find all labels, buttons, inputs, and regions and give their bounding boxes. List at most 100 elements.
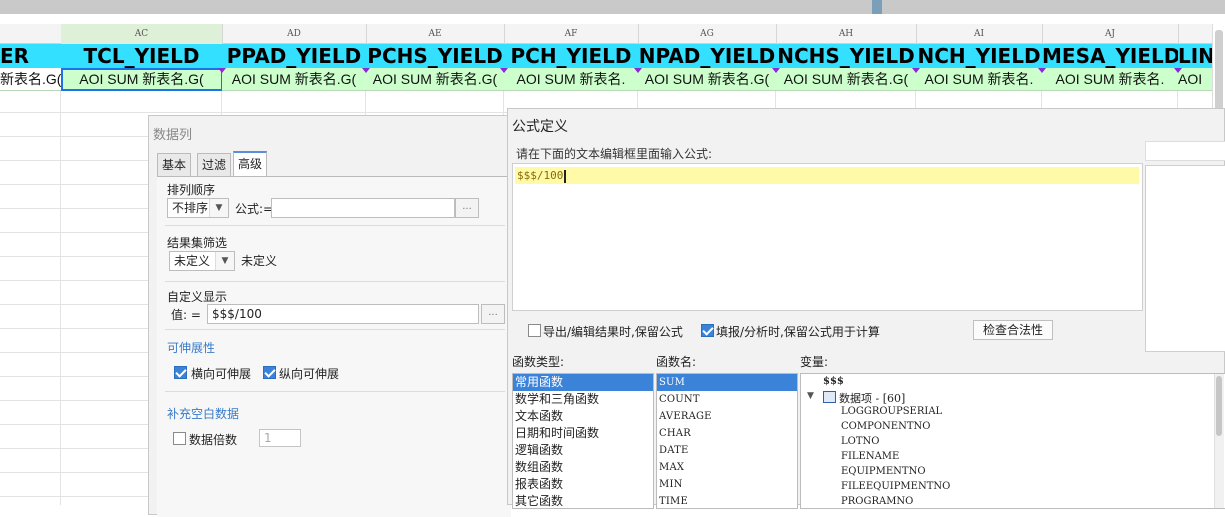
- formula-marker-icon: [362, 68, 370, 73]
- list-item[interactable]: 日期和时间函数: [513, 425, 653, 442]
- tree-item[interactable]: LOTNO: [841, 436, 879, 447]
- header-cell-mesa-yield[interactable]: MESA_YIELD: [1042, 44, 1179, 69]
- list-item[interactable]: DATE: [657, 442, 797, 459]
- horizontal-stretch-checkbox[interactable]: [174, 366, 187, 379]
- header-cell-tcl-yield[interactable]: TCL_YIELD: [61, 44, 223, 69]
- section-divider: [165, 281, 505, 282]
- list-item[interactable]: AVERAGE: [657, 408, 797, 425]
- data-cell[interactable]: 新表名.G(: [0, 68, 66, 91]
- dialog-title: 公式定义: [512, 119, 568, 135]
- sort-order-select[interactable]: 不排序 ▼: [167, 198, 229, 218]
- formula-editor[interactable]: $$$/100: [512, 163, 1143, 311]
- keep-formula-export-checkbox[interactable]: [528, 324, 541, 337]
- filter-section-label: 结果集筛选: [167, 236, 228, 250]
- custom-display-dots-button[interactable]: ...: [481, 304, 505, 324]
- list-item[interactable]: 逻辑函数: [513, 442, 653, 459]
- data-multiple-checkbox[interactable]: [173, 432, 186, 445]
- tree-item[interactable]: COMPONENTNO: [841, 421, 930, 432]
- column-letter-ah[interactable]: AH: [776, 24, 917, 44]
- formula-marker-icon: [634, 68, 642, 73]
- column-letter-ac[interactable]: AC: [61, 24, 223, 44]
- tab-basic[interactable]: 基本: [157, 153, 192, 177]
- column-letter-af[interactable]: AF: [504, 24, 639, 44]
- chevron-down-icon: ▼: [215, 252, 234, 270]
- custom-display-value-input[interactable]: $$$/100: [207, 304, 479, 324]
- data-cell-nchs-yield[interactable]: AOI SUM 新表名.G(: [776, 68, 917, 91]
- variable-tree: $$$ ▼ 数据项 - [60] LOGGROUPSERIAL COMPONEN…: [800, 373, 1225, 509]
- tab-advanced[interactable]: 高级: [233, 151, 268, 179]
- filter-select[interactable]: 未定义 ▼: [169, 251, 235, 271]
- current-line-highlight: [515, 167, 1139, 184]
- tree-item[interactable]: LOGGROUPSERIAL: [841, 406, 942, 417]
- data-cell[interactable]: AOI: [1178, 68, 1213, 91]
- formula-marker-icon: [1174, 68, 1182, 73]
- data-cell-nch-yield[interactable]: AOI SUM 新表名.: [916, 68, 1043, 91]
- data-cell-tcl-yield[interactable]: AOI SUM 新表名.G(: [61, 68, 223, 91]
- list-item[interactable]: 数组函数: [513, 459, 653, 476]
- side-input[interactable]: [1145, 141, 1225, 161]
- list-item[interactable]: TIME: [657, 493, 797, 508]
- list-item[interactable]: COUNT: [657, 391, 797, 408]
- tree-group[interactable]: 数据项 - [60]: [839, 390, 905, 406]
- window-top-strip: [0, 0, 1225, 14]
- header-cell-pchs-yield[interactable]: PCHS_YIELD: [366, 44, 505, 69]
- data-column-dialog: 数据列 基本 过滤 高级 排列顺序 不排序 ▼ 公式:= ... 结果集筛选 未…: [148, 115, 511, 517]
- list-item[interactable]: 报表函数: [513, 476, 653, 493]
- tree-item[interactable]: FILENAME: [841, 451, 899, 462]
- stretch-section-label: 可伸展性: [167, 341, 216, 355]
- header-cell-ppad-yield[interactable]: PPAD_YIELD: [222, 44, 367, 69]
- data-multiple-stepper[interactable]: 1: [259, 429, 301, 447]
- header-cell-pch-yield[interactable]: PCH_YIELD: [504, 44, 639, 69]
- data-cell-ppad-yield[interactable]: AOI SUM 新表名.G(: [222, 68, 367, 91]
- formula-label: 公式:=: [235, 202, 274, 216]
- column-letter[interactable]: [0, 24, 62, 44]
- header-cell-nch-yield[interactable]: NCH_YIELD: [916, 44, 1043, 69]
- side-panel: [1145, 165, 1225, 352]
- column-letter-ae[interactable]: AE: [366, 24, 505, 44]
- column-letter-ai[interactable]: AI: [916, 24, 1043, 44]
- data-cell-mesa-yield[interactable]: AOI SUM 新表名.: [1042, 68, 1179, 91]
- list-item[interactable]: MIN: [657, 476, 797, 493]
- header-cell[interactable]: ER: [0, 44, 62, 69]
- sort-section-label: 排列顺序: [167, 183, 216, 197]
- advanced-panel: 排列顺序 不排序 ▼ 公式:= ... 结果集筛选 未定义 ▼ 未定义 自定义显…: [157, 176, 511, 517]
- keep-formula-export-label: 导出/编辑结果时,保留公式: [543, 325, 683, 339]
- tree-item[interactable]: FILEEQUIPMENTNO: [841, 481, 950, 492]
- vertical-stretch-label: 纵向可伸展: [279, 367, 340, 381]
- list-item[interactable]: CHAR: [657, 425, 797, 442]
- list-item[interactable]: 文本函数: [513, 408, 653, 425]
- check-validity-button[interactable]: 检查合法性: [973, 320, 1053, 340]
- column-letter-ag[interactable]: AG: [638, 24, 777, 44]
- data-cell-pchs-yield[interactable]: AOI SUM 新表名.G(: [366, 68, 505, 91]
- tree-item[interactable]: PROGRAMNO: [841, 496, 913, 507]
- tab-filter[interactable]: 过滤: [197, 153, 232, 177]
- list-item[interactable]: SUM: [657, 374, 797, 391]
- dialog-title: 数据列: [153, 128, 193, 143]
- column-letter-aj[interactable]: AJ: [1042, 24, 1179, 44]
- variable-tree-scrollbar[interactable]: [1214, 374, 1224, 508]
- keep-formula-fill-checkbox[interactable]: [701, 324, 714, 337]
- vertical-stretch-checkbox[interactable]: [263, 366, 276, 379]
- formula-hint: 请在下面的文本编辑框里面输入公式:: [516, 147, 713, 161]
- tree-root[interactable]: $$$: [823, 376, 844, 387]
- formula-definition-dialog: 公式定义 请在下面的文本编辑框里面输入公式: $$$/100 导出/编辑结果时,…: [507, 108, 1225, 509]
- column-letter-header: AC AD AE AF AG AH AI AJ: [0, 24, 1213, 44]
- sort-formula-input[interactable]: [271, 198, 455, 218]
- list-item[interactable]: 常用函数: [513, 374, 653, 391]
- header-cell-npad-yield[interactable]: NPAD_YIELD: [638, 44, 777, 69]
- column-letter[interactable]: [1178, 24, 1213, 44]
- header-cell[interactable]: LIN: [1178, 44, 1213, 69]
- list-item[interactable]: 其它函数: [513, 493, 653, 508]
- list-item[interactable]: MAX: [657, 459, 797, 476]
- data-cell-npad-yield[interactable]: AOI SUM 新表名.G(: [638, 68, 777, 91]
- header-cell-nchs-yield[interactable]: NCHS_YIELD: [776, 44, 917, 69]
- sort-formula-dots-button[interactable]: ...: [455, 198, 479, 218]
- tree-item[interactable]: EQUIPMENTNO: [841, 466, 926, 477]
- data-cell-pch-yield[interactable]: AOI SUM 新表名.: [504, 68, 639, 91]
- column-letter-ad[interactable]: AD: [222, 24, 367, 44]
- collapse-arrow-icon[interactable]: ▼: [807, 391, 814, 401]
- formula-text: $$$/100: [517, 169, 564, 182]
- formula-marker-icon: [912, 68, 920, 73]
- list-item[interactable]: 数学和三角函数: [513, 391, 653, 408]
- section-divider: [165, 329, 505, 330]
